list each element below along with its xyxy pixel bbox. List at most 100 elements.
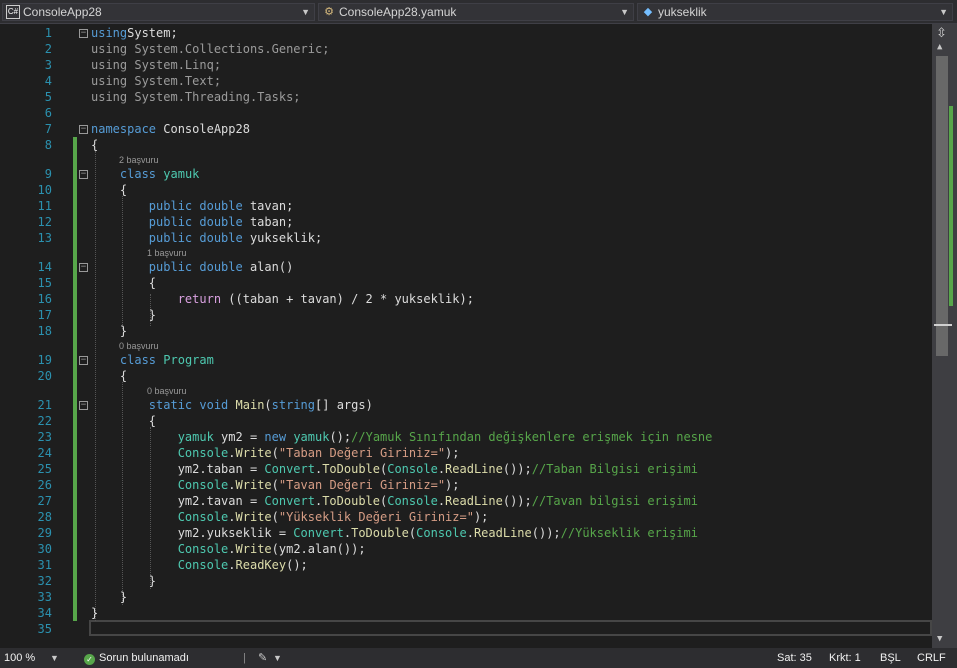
code-line[interactable]: 24 Console.Write("Taban Değeri Giriniz="…	[0, 445, 932, 461]
line-number: 25	[37, 462, 52, 476]
code-text: namespace ConsoleApp28	[91, 121, 250, 137]
code-line[interactable]: 18 }	[0, 323, 932, 339]
scroll-up-arrow-icon[interactable]: ▲	[937, 42, 942, 52]
code-line[interactable]: 28 Console.Write("Yükseklik Değeri Girin…	[0, 509, 932, 525]
code-text: using System.Linq;	[91, 57, 221, 73]
code-token: static void	[148, 398, 229, 412]
scrollbar-thumb[interactable]	[936, 56, 948, 356]
code-line[interactable]: 9 class yamuk	[0, 166, 932, 182]
issues-indicator[interactable]: ✓ Sorun bulunamadı	[84, 648, 189, 668]
code-text: Console.Write("Taban Değeri Giriniz=");	[91, 445, 460, 461]
code-line[interactable]: 3 using System.Linq;	[0, 57, 932, 73]
line-number-status[interactable]: Sat: 35	[777, 648, 812, 668]
code-text: {	[91, 368, 127, 384]
code-line[interactable]: 33 }	[0, 589, 932, 605]
code-text: Console.Write("Yükseklik Değeri Giriniz=…	[91, 509, 489, 525]
code-token: namespace	[91, 122, 157, 136]
scroll-down-arrow-icon[interactable]: ▼	[937, 634, 942, 644]
code-token: ());	[531, 526, 561, 540]
project-dropdown-label: ConsoleApp28	[23, 5, 102, 19]
scroll-change-marker	[949, 106, 953, 306]
code-line[interactable]: 30 Console.Write(ym2.alan());	[0, 541, 932, 557]
project-dropdown[interactable]: C# ConsoleApp28 ▼	[2, 3, 315, 21]
line-number: 30	[37, 542, 52, 556]
code-line[interactable]: 20 {	[0, 368, 932, 384]
line-number: 20	[37, 369, 52, 383]
collapse-icon[interactable]: −	[79, 29, 88, 38]
code-line[interactable]: 8{	[0, 137, 932, 153]
line-number: 22	[37, 414, 52, 428]
code-text: using System.Text;	[91, 73, 221, 89]
code-text: ym2.taban = Convert.ToDouble(Console.Rea…	[91, 461, 698, 477]
reference-count-lens[interactable]: 0 başvuru	[147, 386, 187, 397]
code-line[interactable]: 27 ym2.tavan = Convert.ToDouble(Console.…	[0, 493, 932, 509]
code-line[interactable]: 1 usingSystem;	[0, 25, 932, 41]
code-line[interactable]: 35	[0, 621, 932, 637]
collapse-icon[interactable]: −	[79, 170, 88, 179]
code-token: );	[445, 478, 460, 492]
code-line[interactable]: 23 yamuk ym2 = new yamuk();//Yamuk Sınıf…	[0, 429, 932, 445]
chevron-down-icon[interactable]: ▼	[273, 648, 282, 668]
code-line[interactable]: 26 Console.Write("Tavan Değeri Giriniz="…	[0, 477, 932, 493]
zoom-level[interactable]: 100 %	[4, 648, 35, 668]
type-dropdown[interactable]: ⚙ ConsoleApp28.yamuk ▼	[318, 3, 634, 21]
line-ending-status[interactable]: CRLF	[917, 648, 946, 668]
code-line[interactable]: 31 Console.ReadKey();	[0, 557, 932, 573]
member-dropdown[interactable]: ◆ yukseklik ▼	[637, 3, 953, 21]
code-text: {	[91, 275, 156, 291]
zoom-dropdown-icon[interactable]: ▼	[50, 648, 59, 668]
reference-count-lens[interactable]: 2 başvuru	[119, 155, 159, 166]
code-token: using System.Linq;	[91, 58, 222, 72]
code-line[interactable]: 5 using System.Threading.Tasks;	[0, 89, 932, 105]
code-line[interactable]: 7 namespace ConsoleApp28	[0, 121, 932, 137]
reference-count-lens[interactable]: 0 başvuru	[119, 341, 159, 352]
code-line[interactable]: 19 class Program	[0, 352, 932, 368]
line-number: 21	[37, 398, 52, 412]
line-number: 19	[37, 353, 52, 367]
code-line[interactable]: 22 {	[0, 413, 932, 429]
code-text: }	[91, 589, 127, 605]
vertical-scrollbar[interactable]: ⇳ ▲ ▼	[932, 24, 957, 648]
code-text: }	[91, 605, 98, 621]
code-line[interactable]: 10 {	[0, 182, 932, 198]
collapse-icon[interactable]: −	[79, 263, 88, 272]
code-token: {	[91, 369, 128, 383]
line-number: 12	[37, 215, 52, 229]
code-token: Convert	[264, 494, 315, 508]
code-line[interactable]: 17 }	[0, 307, 932, 323]
split-icon[interactable]: ⇳	[936, 26, 947, 41]
code-editor[interactable]: 1 usingSystem; −2 using System.Collections.…	[0, 24, 932, 648]
code-line[interactable]: 4 using System.Text;	[0, 73, 932, 89]
code-line[interactable]: 32 }	[0, 573, 932, 589]
reference-count-lens[interactable]: 1 başvuru	[147, 248, 187, 259]
code-line[interactable]: 21 static void Main(string[] args)	[0, 397, 932, 413]
line-number: 5	[44, 90, 52, 104]
code-line[interactable]: 29 ym2.yukseklik = Convert.ToDouble(Cons…	[0, 525, 932, 541]
column-status[interactable]: Krkt: 1	[829, 648, 861, 668]
code-token: }	[91, 324, 128, 338]
code-line[interactable]: 12 public double taban;	[0, 214, 932, 230]
code-token: Program	[163, 353, 214, 367]
code-line[interactable]: 14 public double alan()	[0, 259, 932, 275]
code-line[interactable]: 11 public double tavan;	[0, 198, 932, 214]
code-line[interactable]: 25 ym2.taban = Convert.ToDouble(Console.…	[0, 461, 932, 477]
chevron-down-icon: ▼	[939, 7, 948, 17]
collapse-icon[interactable]: −	[79, 401, 88, 410]
code-line[interactable]: 2 using System.Collections.Generic;	[0, 41, 932, 57]
code-line[interactable]: 13 public double yukseklik;	[0, 230, 932, 246]
code-line[interactable]: 6	[0, 105, 932, 121]
code-line[interactable]: 34}	[0, 605, 932, 621]
code-token: .	[466, 526, 474, 540]
code-line[interactable]: 16 return ((taban + tavan) / 2 * yuksekl…	[0, 291, 932, 307]
code-line[interactable]: 15 {	[0, 275, 932, 291]
collapse-icon[interactable]: −	[79, 356, 88, 365]
collapse-icon[interactable]: −	[79, 125, 88, 134]
code-token: //Yamuk Sınıfından değişkenlere erişmek …	[351, 430, 713, 444]
insert-mode-status[interactable]: BŞL	[880, 648, 901, 668]
brush-icon[interactable]: ✎	[258, 648, 267, 668]
